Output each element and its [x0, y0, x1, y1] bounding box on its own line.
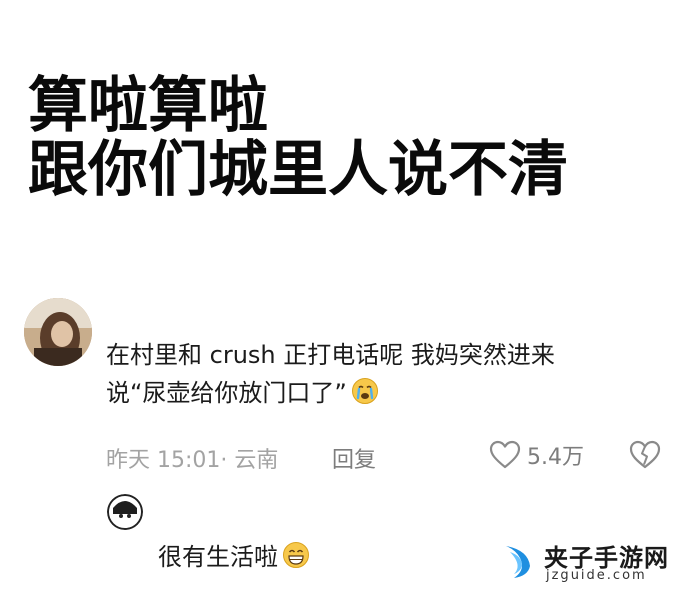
comment-text: 在村里和 crush 正打电话呢 我妈突然进来 说“尿壶给你放门口了”: [106, 336, 676, 412]
time-location: 昨天 15:01· 云南: [106, 448, 279, 473]
headline: 算啦算啦 跟你们城里人说不清: [28, 74, 668, 202]
grinning-face-icon: [282, 541, 310, 569]
headline-line-1: 算啦算啦: [28, 71, 268, 141]
watermark: 夹子手游网 jzguide.com: [500, 536, 686, 588]
headline-line-2: 跟你们城里人说不清: [28, 135, 568, 205]
watermark-url: jzguide.com: [546, 568, 647, 583]
reply-avatar[interactable]: [107, 494, 143, 530]
reply-text-row: 很有生活啦: [158, 540, 310, 574]
reply-button[interactable]: 回复: [332, 442, 376, 474]
dislike-button[interactable]: [628, 438, 662, 472]
comment-text-line-1: 在村里和 crush 正打电话呢 我妈突然进来: [106, 341, 555, 369]
crying-face-icon: [351, 377, 379, 405]
avatar[interactable]: [24, 298, 92, 366]
watermark-logo-icon: [500, 540, 540, 580]
like-button[interactable]: 5.4万: [489, 438, 584, 472]
broken-heart-icon: [629, 440, 661, 469]
comment-meta: 昨天 15:01· 云南 回复 5.4万: [106, 438, 676, 474]
heart-icon: [489, 440, 521, 469]
comment-text-line-2: 说“尿壶给你放门口了”: [106, 379, 347, 407]
comment-text-line-2-row: 说“尿壶给你放门口了”: [106, 374, 676, 412]
reply-text: 很有生活啦: [158, 543, 278, 571]
like-count: 5.4万: [527, 445, 584, 470]
